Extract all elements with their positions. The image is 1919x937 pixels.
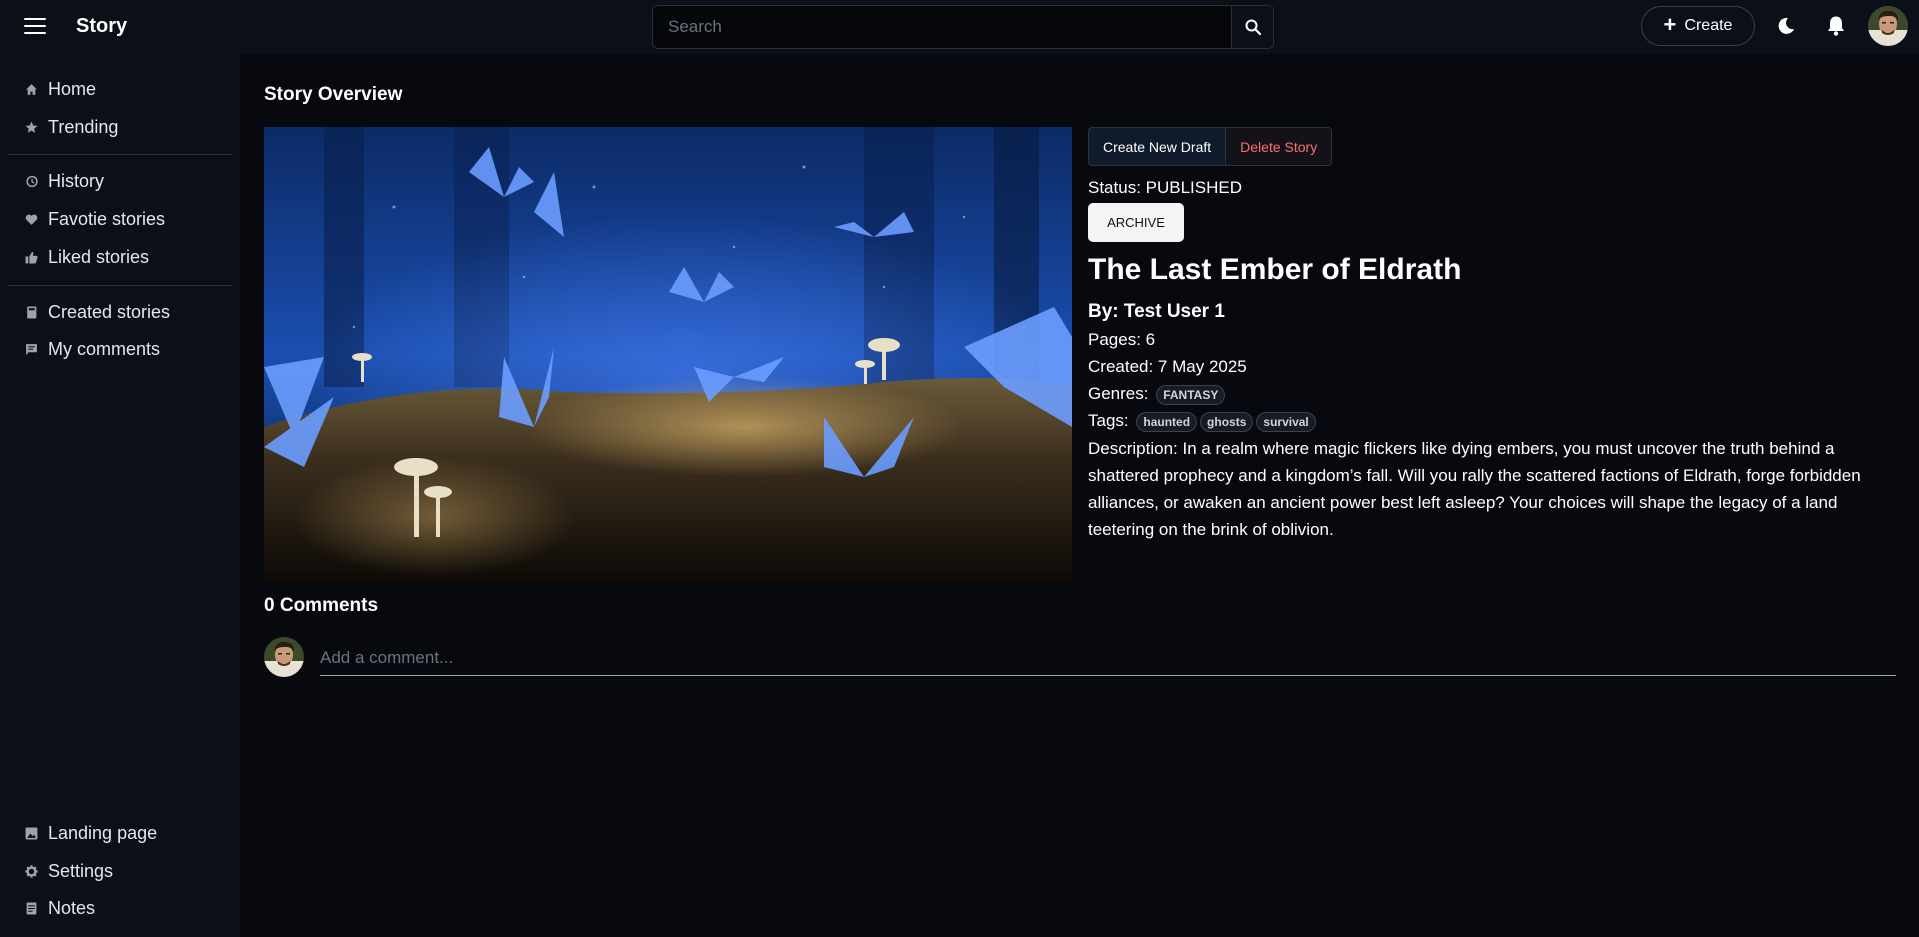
avatar-icon (1868, 6, 1908, 46)
story-tags: Tags: haunted ghosts survival (1088, 411, 1316, 432)
search-input[interactable] (653, 6, 1231, 48)
sidebar-item-label: Settings (48, 860, 114, 881)
home-icon (24, 82, 38, 96)
status-text: Status: PUBLISHED (1088, 178, 1243, 197)
heart-icon (24, 212, 38, 226)
sidebar-item-liked-stories[interactable]: Liked stories (24, 241, 224, 273)
story-title: The Last Ember of Eldrath (1088, 253, 1462, 286)
top-bar: Story + Create (0, 0, 1919, 54)
app-name[interactable]: Story (76, 15, 127, 38)
avatar-icon (264, 637, 304, 677)
create-button-label: Create (1684, 17, 1733, 34)
image-icon (24, 826, 38, 840)
page-title: Story Overview (264, 84, 403, 105)
main-content: Story Overview Create New Draft Delete S… (240, 54, 1919, 937)
tag-chip[interactable]: survival (1256, 411, 1316, 432)
story-author: By: Test User 1 (1088, 301, 1225, 322)
sidebar-item-home[interactable]: Home (24, 73, 224, 105)
star-icon (24, 120, 38, 134)
sidebar-item-settings[interactable]: Settings (24, 855, 224, 887)
create-button[interactable]: + Create (1641, 6, 1755, 46)
gear-icon (24, 864, 38, 878)
sidebar-item-label: Home (48, 78, 97, 99)
sidebar-item-label: Landing page (48, 822, 158, 843)
sidebar-item-label: Created stories (48, 301, 171, 322)
thumbs-up-icon (24, 250, 38, 264)
story-genres: Genres: FANTASY (1088, 384, 1226, 405)
menu-icon[interactable] (24, 18, 46, 36)
sidebar-item-history[interactable]: History (24, 165, 224, 197)
notes-icon (24, 901, 38, 915)
tag-chip[interactable]: ghosts (1200, 411, 1254, 432)
sidebar-item-label: History (48, 170, 105, 191)
search-button[interactable] (1231, 6, 1273, 48)
comments-heading: 0 Comments (264, 595, 379, 616)
sidebar: Home Trending History Favotie stories Li… (0, 54, 240, 937)
book-icon (24, 305, 38, 319)
tags-label: Tags: (1088, 411, 1129, 430)
sidebar-item-my-comments[interactable]: My comments (24, 333, 224, 365)
story-created-date: Created: 7 May 2025 (1088, 357, 1247, 376)
sidebar-item-label: My comments (48, 338, 161, 359)
tag-chip[interactable]: haunted (1136, 411, 1198, 432)
search-bar (652, 5, 1274, 49)
sidebar-item-label: Notes (48, 897, 96, 918)
story-description: Description: In a realm where magic flic… (1088, 439, 1861, 539)
sidebar-item-trending[interactable]: Trending (24, 111, 224, 143)
bell-icon[interactable] (1826, 15, 1846, 37)
sidebar-item-landing-page[interactable]: Landing page (24, 817, 224, 849)
moon-icon[interactable] (1776, 16, 1796, 36)
story-actions: Create New Draft Delete Story (1088, 127, 1333, 166)
sidebar-item-label: Trending (48, 116, 119, 137)
comment-avatar (264, 637, 304, 677)
plus-icon: + (1663, 12, 1677, 37)
sidebar-item-notes[interactable]: Notes (24, 892, 224, 924)
sidebar-divider (8, 154, 232, 155)
story-pages: Pages: 6 (1088, 330, 1156, 349)
genres-label: Genres: (1088, 384, 1149, 403)
sidebar-item-favorite-stories[interactable]: Favotie stories (24, 203, 224, 235)
comment-icon (24, 342, 38, 356)
genre-chip[interactable]: FANTASY (1156, 384, 1226, 405)
sidebar-item-label: Favotie stories (48, 208, 166, 229)
create-new-draft-button[interactable]: Create New Draft (1088, 127, 1226, 166)
sidebar-divider (8, 285, 232, 286)
story-cover-image (264, 127, 1072, 582)
search-icon (1245, 19, 1261, 35)
comment-input[interactable] (320, 641, 1896, 676)
sidebar-item-created-stories[interactable]: Created stories (24, 296, 224, 328)
user-avatar[interactable] (1868, 6, 1908, 46)
delete-story-button[interactable]: Delete Story (1225, 127, 1333, 166)
sidebar-item-label: Liked stories (48, 246, 150, 267)
history-icon (24, 174, 38, 188)
archive-button[interactable]: ARCHIVE (1088, 203, 1184, 242)
